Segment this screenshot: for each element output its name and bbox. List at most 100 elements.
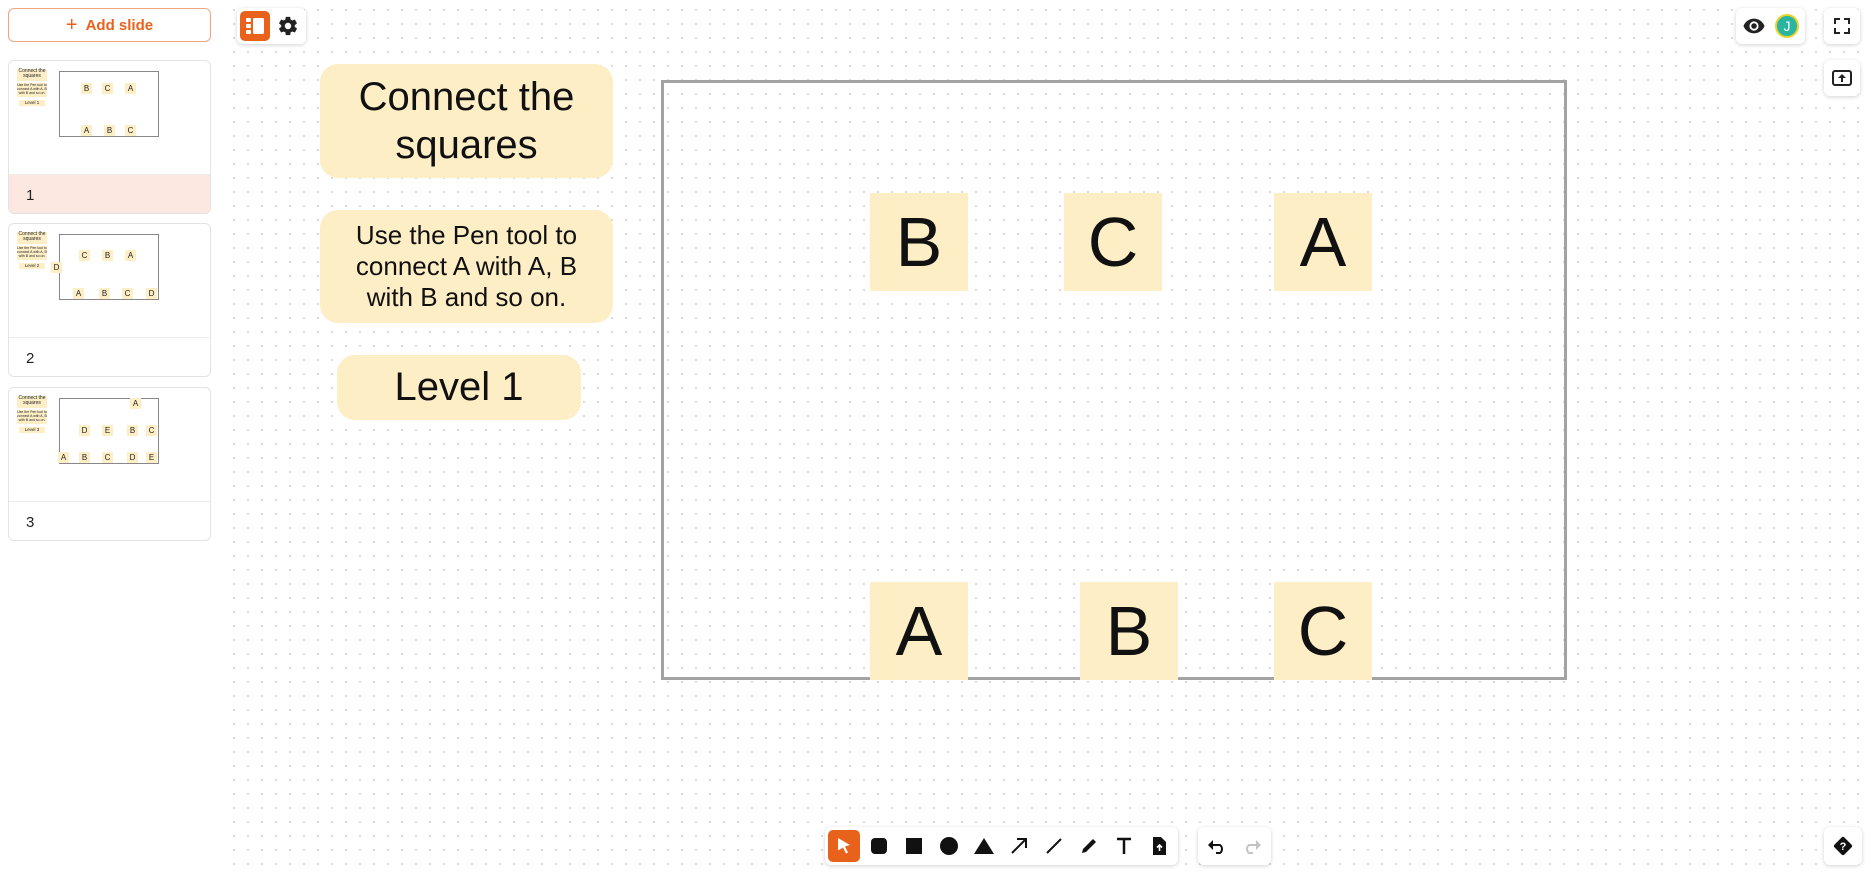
mini-square: D bbox=[79, 425, 90, 436]
circle-icon bbox=[940, 837, 958, 855]
rounded-rectangle-tool[interactable] bbox=[863, 830, 895, 862]
mini-square: A bbox=[125, 83, 136, 94]
circle-tool[interactable] bbox=[933, 830, 965, 862]
mini-square: D bbox=[51, 262, 62, 273]
mini-square: D bbox=[127, 452, 138, 463]
pen-icon bbox=[1082, 839, 1096, 853]
mini-square: B bbox=[127, 425, 138, 436]
mini-square: C bbox=[125, 125, 136, 136]
mini-square: C bbox=[102, 452, 113, 463]
slides-sidebar: + Add slide Connect the squares Use the … bbox=[0, 0, 222, 876]
arrow-icon bbox=[1011, 838, 1027, 854]
mini-square: A bbox=[73, 288, 84, 299]
mini-square: C bbox=[102, 83, 113, 94]
history-toolbar bbox=[1198, 827, 1271, 865]
drawing-toolbar bbox=[825, 827, 1178, 865]
slide-thumbnail: Connect the squares Use the Pen tool to … bbox=[9, 224, 210, 338]
mini-level: Level 2 bbox=[19, 263, 45, 269]
mini-square: A bbox=[58, 452, 69, 463]
mini-level: Level 3 bbox=[19, 427, 45, 433]
mini-instruction: Use the Pen tool to connect A with A, B … bbox=[17, 246, 47, 260]
mini-square: B bbox=[102, 250, 113, 261]
help-control: ? bbox=[1824, 827, 1862, 865]
rounded-rectangle-icon bbox=[871, 838, 887, 854]
mini-square: B bbox=[104, 125, 115, 136]
mini-square: B bbox=[99, 288, 110, 299]
mini-title: Connect the squares bbox=[17, 231, 47, 244]
select-tool[interactable] bbox=[828, 830, 860, 862]
mini-square: C bbox=[79, 250, 90, 261]
text-tool[interactable] bbox=[1108, 830, 1140, 862]
user-avatar-button[interactable]: J bbox=[1772, 11, 1802, 41]
undo-button[interactable] bbox=[1201, 830, 1233, 862]
avatar-initial: J bbox=[1783, 18, 1791, 34]
pointer-icon bbox=[838, 838, 850, 854]
redo-icon bbox=[1246, 840, 1261, 854]
help-icon: ? bbox=[1833, 836, 1853, 856]
top-left-toolbar bbox=[237, 8, 306, 44]
square-top-b[interactable]: B bbox=[870, 193, 968, 291]
slide-thumbnail: Connect the squares Use the Pen tool to … bbox=[9, 388, 210, 502]
square-bottom-a[interactable]: A bbox=[870, 582, 968, 680]
mini-square: C bbox=[146, 425, 157, 436]
mini-level: Level 1 bbox=[19, 100, 45, 106]
add-slide-label: Add slide bbox=[85, 16, 154, 34]
file-upload-tool[interactable] bbox=[1143, 830, 1175, 862]
slide-number: 2 bbox=[26, 349, 35, 367]
arrow-tool[interactable] bbox=[1003, 830, 1035, 862]
mini-square: B bbox=[81, 83, 92, 94]
eye-icon bbox=[1743, 18, 1765, 34]
slide-number: 3 bbox=[26, 513, 35, 531]
pen-tool[interactable] bbox=[1073, 830, 1105, 862]
mini-square: C bbox=[122, 288, 133, 299]
title-note[interactable]: Connect the squares bbox=[320, 64, 613, 178]
mini-square: A bbox=[81, 125, 92, 136]
slide-card-1[interactable]: Connect the squares Use the Pen tool to … bbox=[8, 60, 211, 214]
svg-text:?: ? bbox=[1840, 841, 1847, 853]
fullscreen-control bbox=[1824, 8, 1860, 44]
slides-panel-button[interactable] bbox=[240, 11, 270, 41]
slide-card-2[interactable]: Connect the squares Use the Pen tool to … bbox=[8, 223, 211, 377]
slide-card-3[interactable]: Connect the squares Use the Pen tool to … bbox=[8, 387, 211, 541]
mini-square: A bbox=[130, 398, 141, 409]
fullscreen-button[interactable] bbox=[1827, 11, 1857, 41]
square-top-a[interactable]: A bbox=[1274, 193, 1372, 291]
export-control bbox=[1824, 60, 1860, 96]
view-controls: J bbox=[1736, 8, 1805, 44]
mini-instruction: Use the Pen tool to connect A with A, B … bbox=[17, 83, 47, 97]
preview-button[interactable] bbox=[1739, 11, 1769, 41]
instruction-note[interactable]: Use the Pen tool to connect A with A, B … bbox=[320, 210, 613, 323]
fullscreen-icon bbox=[1834, 18, 1850, 34]
mini-square: B bbox=[79, 452, 90, 463]
rectangle-icon bbox=[906, 838, 922, 854]
export-icon bbox=[1832, 70, 1852, 86]
square-bottom-c[interactable]: C bbox=[1274, 582, 1372, 680]
mini-instruction: Use the Pen tool to connect A with A, B … bbox=[17, 410, 47, 424]
file-upload-icon bbox=[1153, 837, 1166, 855]
mini-square: D bbox=[146, 288, 157, 299]
add-slide-button[interactable]: + Add slide bbox=[8, 8, 211, 42]
line-icon bbox=[1046, 838, 1062, 854]
redo-button[interactable] bbox=[1236, 830, 1268, 862]
slides-panel-icon bbox=[246, 18, 264, 34]
rectangle-tool[interactable] bbox=[898, 830, 930, 862]
square-top-c[interactable]: C bbox=[1064, 193, 1162, 291]
gear-icon bbox=[279, 16, 297, 36]
level-note[interactable]: Level 1 bbox=[337, 355, 581, 420]
mini-square: E bbox=[102, 425, 113, 436]
settings-button[interactable] bbox=[273, 11, 303, 41]
help-button[interactable]: ? bbox=[1827, 830, 1859, 862]
line-tool[interactable] bbox=[1038, 830, 1070, 862]
mini-title: Connect the squares bbox=[17, 68, 47, 81]
undo-icon bbox=[1208, 840, 1223, 854]
triangle-tool[interactable] bbox=[968, 830, 1000, 862]
square-bottom-b[interactable]: B bbox=[1080, 582, 1178, 680]
export-button[interactable] bbox=[1827, 63, 1857, 93]
slide-number: 1 bbox=[9, 175, 210, 213]
triangle-icon bbox=[974, 838, 994, 854]
text-icon bbox=[1117, 837, 1131, 854]
plus-icon: + bbox=[65, 14, 78, 36]
mini-title: Connect the squares bbox=[17, 395, 47, 408]
mini-square: A bbox=[125, 250, 136, 261]
avatar: J bbox=[1775, 14, 1799, 38]
